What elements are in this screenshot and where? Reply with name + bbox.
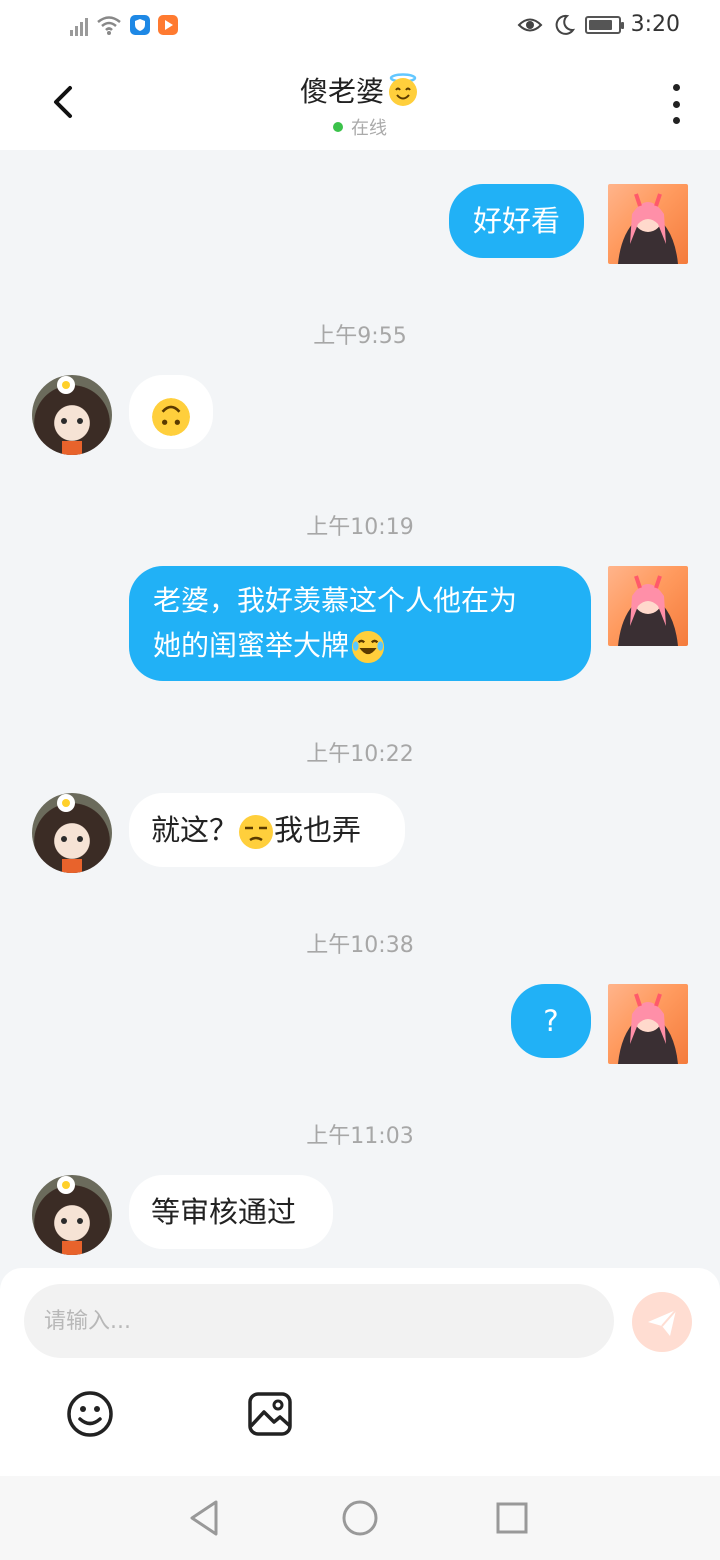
- message-text-line1: 老婆，我好羡慕这个人他在为: [153, 584, 518, 617]
- smiling-halo-emoji-icon: [389, 73, 417, 106]
- message-text-line2: 她的闺蜜举大牌: [153, 623, 567, 668]
- image-picker-icon[interactable]: [246, 1390, 294, 1438]
- outgoing-message-bubble[interactable]: 老婆，我好羡慕这个人他在为 她的闺蜜举大牌: [129, 566, 591, 681]
- online-status: 在线: [0, 114, 720, 140]
- message-text: 就这？: [151, 813, 239, 847]
- contact-avatar[interactable]: [32, 375, 112, 455]
- message-timestamp: 上午10:19: [306, 515, 414, 540]
- signal-icon: [70, 14, 88, 36]
- message-timestamp: 上午9:55: [313, 324, 407, 349]
- online-dot: [333, 122, 343, 132]
- incoming-message-bubble[interactable]: 就这？ 我也弄: [129, 793, 405, 867]
- send-icon: [648, 1309, 677, 1336]
- message-text: 我也弄: [274, 813, 362, 847]
- outgoing-message-bubble[interactable]: ?: [511, 984, 591, 1058]
- system-navigation-bar: [0, 1476, 720, 1560]
- message-composer: [0, 1268, 720, 1476]
- status-bar: 3:20: [0, 0, 720, 56]
- my-avatar[interactable]: [608, 184, 688, 264]
- message-timestamp: 上午10:38: [306, 933, 414, 958]
- upside-down-face-emoji-icon: [152, 398, 190, 436]
- my-avatar[interactable]: [608, 984, 688, 1064]
- wifi-icon: [97, 16, 121, 35]
- message-input[interactable]: [24, 1284, 614, 1358]
- contact-avatar[interactable]: [32, 1175, 112, 1255]
- contact-name: 傻老婆: [300, 70, 420, 110]
- outgoing-message-bubble[interactable]: 好好看: [449, 184, 585, 258]
- message-timestamp: 上午10:22: [306, 742, 414, 767]
- shield-app-icon: [130, 15, 150, 35]
- incoming-message-bubble[interactable]: [129, 375, 213, 449]
- status-left-icons: [70, 14, 178, 36]
- my-avatar[interactable]: [608, 566, 688, 646]
- battery-icon: [584, 15, 624, 34]
- contact-name-text: 傻老婆: [299, 75, 384, 108]
- incoming-message-bubble[interactable]: 等审核通过: [129, 1175, 333, 1249]
- message-text: 等审核通过: [151, 1195, 297, 1229]
- more-options-icon[interactable]: [670, 84, 682, 124]
- video-app-icon: [158, 15, 178, 35]
- emoji-button-icon[interactable]: [66, 1390, 114, 1438]
- chat-messages[interactable]: 好好看 上午9:55 上午10:19 老婆，我好羡慕这个人他在为 她的闺蜜举大牌…: [0, 150, 720, 1268]
- moon-icon: [555, 14, 575, 35]
- message-timestamp: 上午11:03: [306, 1124, 414, 1149]
- nav-recents-icon[interactable]: [492, 1498, 532, 1538]
- unamused-face-emoji-icon: [239, 815, 274, 849]
- nav-home-icon[interactable]: [340, 1498, 380, 1538]
- eye-icon: [517, 18, 543, 31]
- message-text: 好好看: [473, 204, 561, 238]
- send-button[interactable]: [632, 1292, 692, 1352]
- status-time: 3:20: [630, 12, 680, 37]
- nav-back-icon[interactable]: [186, 1498, 226, 1538]
- chat-header: 傻老婆 在线: [0, 56, 720, 150]
- online-status-text: 在线: [351, 118, 387, 139]
- tears-of-joy-emoji-icon: [351, 630, 385, 664]
- title-block: 傻老婆 在线: [0, 70, 720, 140]
- message-text: ?: [543, 1004, 559, 1038]
- contact-avatar[interactable]: [32, 793, 112, 873]
- status-right-icons: 3:20: [517, 12, 680, 37]
